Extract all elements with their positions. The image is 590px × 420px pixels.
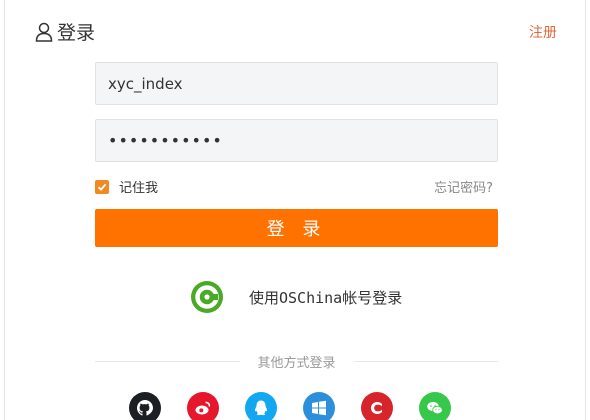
social-login-list [129,392,477,420]
remember-checkbox[interactable] [95,179,109,194]
other-login-divider: 其他方式登录 [95,352,499,371]
remember-me[interactable]: 记住我 [95,177,158,196]
username-input[interactable]: xyc_index [95,62,498,105]
github-login-button[interactable] [129,392,161,420]
password-input[interactable]: ••••••••••• [95,119,498,162]
page-title: 登录 [57,22,96,44]
login-header: 登录 [35,18,95,45]
github-icon [137,400,153,416]
qq-login-button[interactable] [245,392,277,420]
remember-label: 记住我 [119,181,159,196]
csdn-icon [371,402,382,414]
windows-icon [312,400,326,416]
login-panel: 登录 注册 xyc_index ••••••••••• 记住我 忘记密码? 登 … [4,0,586,420]
weibo-login-button[interactable] [187,392,219,420]
divider-line-right [353,361,499,362]
divider-line-left [95,361,240,362]
csdn-login-button[interactable] [361,392,393,420]
forgot-password-link[interactable]: 忘记密码? [434,177,493,196]
register-link[interactable]: 注册 [529,22,557,42]
login-button[interactable]: 登 录 [95,209,498,247]
user-icon [35,22,53,42]
oschina-login-label: 使用OSChina帐号登录 [249,288,403,307]
qq-icon [254,400,268,416]
checkmark-icon [97,183,107,191]
oschina-logo-icon [191,281,223,313]
wechat-icon [427,401,443,415]
oschina-login-button[interactable]: 使用OSChina帐号登录 [191,281,402,313]
other-login-label: 其他方式登录 [257,356,336,371]
weibo-icon [195,401,211,415]
wechat-login-button[interactable] [419,392,451,420]
windows-login-button[interactable] [303,392,335,420]
